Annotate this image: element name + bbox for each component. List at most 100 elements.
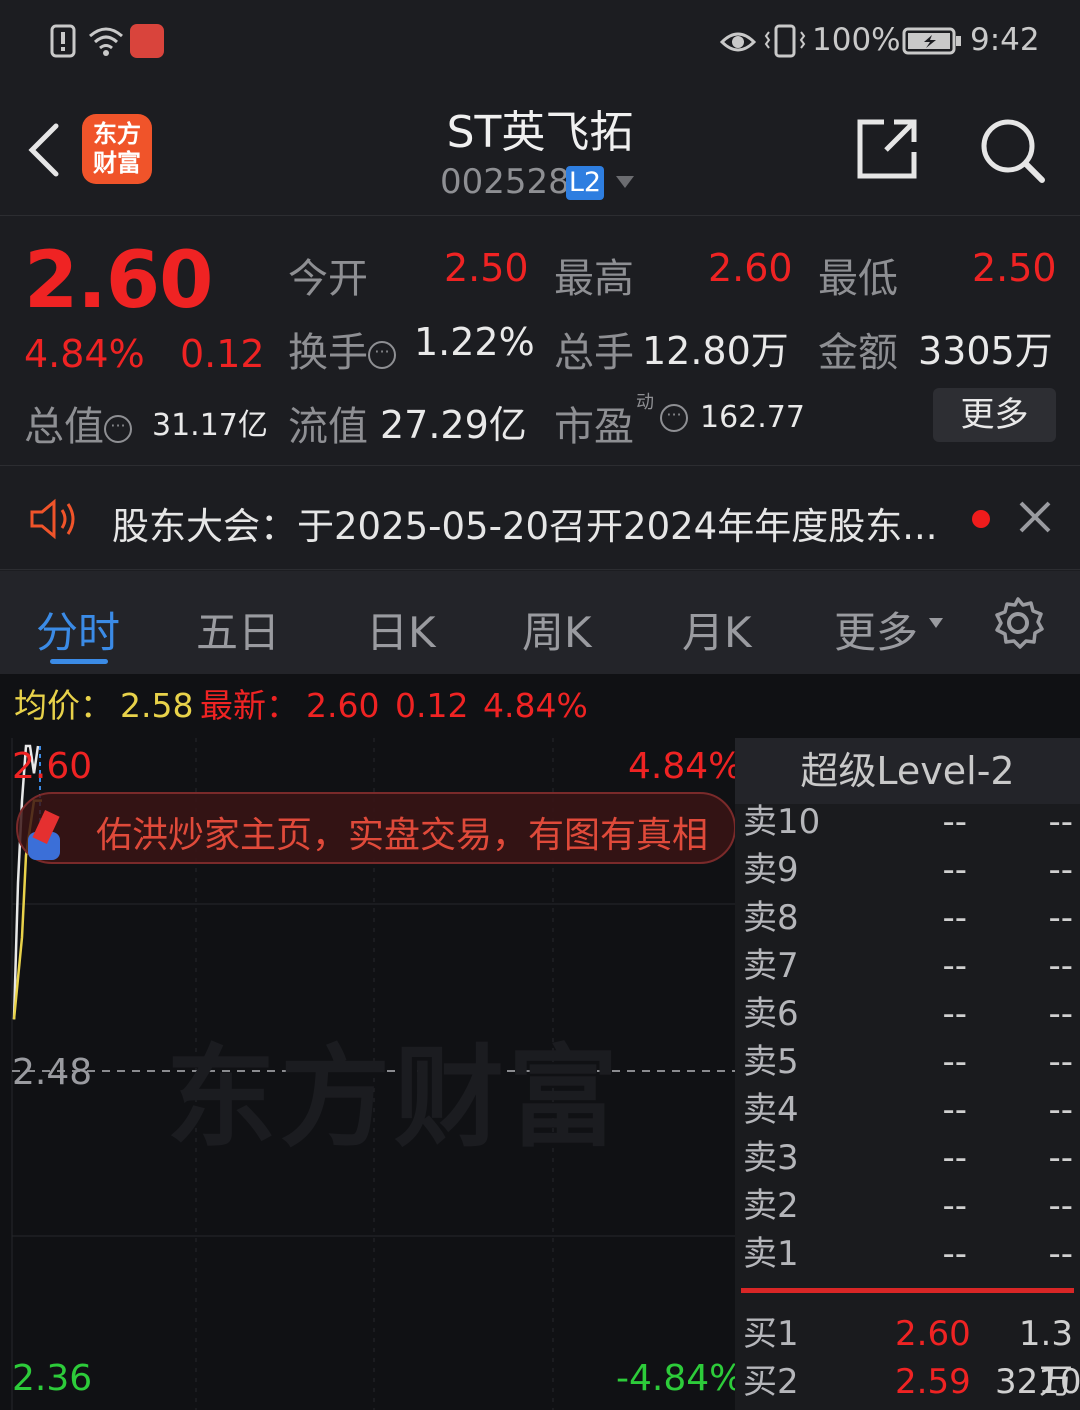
firecracker-icon xyxy=(26,810,62,862)
share-icon[interactable] xyxy=(856,118,918,180)
change-pct: 4.84% xyxy=(24,332,145,376)
stock-name: ST英飞拓 xyxy=(446,107,634,158)
ask-volume: -- xyxy=(1048,1090,1073,1130)
wifi-icon xyxy=(89,27,123,56)
latest-label: 最新： xyxy=(200,686,299,725)
logo-text-line2: 财富 xyxy=(93,149,141,177)
tab-daily-k[interactable]: 日K xyxy=(366,599,436,660)
amount-value: 3305万 xyxy=(918,329,1053,373)
app-logo[interactable]: 东方 财富 xyxy=(82,114,152,184)
ask-row: 卖2 -- -- xyxy=(735,1182,1080,1230)
alert-sim-icon xyxy=(50,24,76,58)
ask-volume: -- xyxy=(1048,898,1073,938)
ask-row: 卖8 -- -- xyxy=(735,894,1080,942)
dropdown-triangle-icon[interactable] xyxy=(614,174,636,190)
chevron-left-icon[interactable] xyxy=(24,120,64,180)
watermark: 东方财富 xyxy=(166,1034,622,1162)
clock: 9:42 xyxy=(970,22,1040,58)
float-label: 流值 xyxy=(288,404,368,450)
info-circle-icon[interactable]: ··· xyxy=(104,415,132,443)
huawei-app-icon xyxy=(130,24,164,58)
turnover-label: 换手 ··· xyxy=(288,320,396,378)
ask-level-label: 卖2 xyxy=(743,1186,799,1226)
active-tab-indicator xyxy=(50,659,108,664)
ask-volume: -- xyxy=(1048,1186,1073,1226)
ask-price: -- xyxy=(942,898,967,938)
ask-level-label: 卖6 xyxy=(743,994,799,1034)
ask-volume: -- xyxy=(1048,994,1073,1034)
y-top-label: 2.60 xyxy=(12,746,93,787)
y-bottom-label: 2.36 xyxy=(12,1358,93,1399)
ask-volume: -- xyxy=(1048,1138,1073,1178)
tab-intraday[interactable]: 分时 xyxy=(36,599,120,660)
speaker-icon xyxy=(30,498,75,540)
turnover-label-text: 换手 xyxy=(288,330,368,376)
ask-level-label: 卖4 xyxy=(743,1090,799,1130)
level-badge[interactable]: L2 xyxy=(566,166,604,200)
tab-weekly-k[interactable]: 周K xyxy=(522,599,592,660)
pct-top-label: 4.84% xyxy=(628,746,743,787)
bid-price: 2.60 xyxy=(895,1314,971,1354)
turnover-value: 1.22% xyxy=(414,320,535,364)
low-label: 最低 xyxy=(818,256,898,302)
bid-row: 买2 2.59 3210 xyxy=(735,1358,1080,1406)
ask-price: -- xyxy=(942,1234,967,1274)
volume-value: 12.80万 xyxy=(642,329,789,373)
ask-level-label: 卖8 xyxy=(743,898,799,938)
notice-bar[interactable]: 股东大会：于2025-05-20召开2024年年度股东... xyxy=(0,466,1080,570)
ask-price: -- xyxy=(942,1138,967,1178)
change-amount: 0.12 xyxy=(180,332,265,376)
ask-row: 卖9 -- -- xyxy=(735,846,1080,894)
ad-banner-text: 佑洪炒家主页，实盘交易，有图有真相 xyxy=(96,815,709,856)
bid-level-label: 买2 xyxy=(743,1362,799,1402)
avg-value: 2.58 xyxy=(120,686,194,725)
ask-row: 卖1 -- -- xyxy=(735,1230,1080,1278)
avg-label: 均价： xyxy=(14,686,113,725)
ask-level-label: 卖7 xyxy=(743,946,799,986)
tab-monthly-k[interactable]: 月K xyxy=(682,599,752,660)
ask-volume: -- xyxy=(1048,1234,1073,1274)
ask-volume: -- xyxy=(1048,946,1073,986)
battery-percent: 100% xyxy=(812,22,901,58)
level2-title: 超级Level-2 xyxy=(735,738,1080,804)
info-circle-icon[interactable]: ··· xyxy=(660,404,688,432)
high-value: 2.60 xyxy=(708,246,793,290)
ask-row: 卖5 -- -- xyxy=(735,1038,1080,1086)
pe-value: 162.77 xyxy=(700,400,805,435)
tab-five-day[interactable]: 五日 xyxy=(196,599,280,660)
ask-row: 卖6 -- -- xyxy=(735,990,1080,1038)
dropdown-triangle-icon xyxy=(929,618,943,628)
pe-label: 市盈 xyxy=(554,404,634,450)
ask-price: -- xyxy=(942,1090,967,1130)
search-icon[interactable] xyxy=(978,116,1046,184)
bid-volume: 3210 xyxy=(995,1362,1080,1402)
close-icon[interactable] xyxy=(1018,500,1052,534)
pct-bottom-label: -4.84% xyxy=(616,1358,744,1399)
ask-volume: -- xyxy=(1048,850,1073,890)
latest-value: 2.60 xyxy=(306,686,380,725)
gear-icon[interactable] xyxy=(990,595,1046,651)
volume-label: 总手 xyxy=(554,330,634,376)
ask-row: 卖4 -- -- xyxy=(735,1086,1080,1134)
unread-dot xyxy=(972,510,990,528)
float-value: 27.29亿 xyxy=(380,403,527,447)
vibrate-icon xyxy=(764,24,806,58)
bid-row: 买1 2.60 1.3万 xyxy=(735,1310,1080,1402)
current-price: 2.60 xyxy=(24,236,213,326)
logo-text-line1: 东方 xyxy=(93,120,141,148)
latest-change: 0.12 xyxy=(395,686,469,725)
ask-level-label: 卖3 xyxy=(743,1138,799,1178)
more-button[interactable]: 更多 xyxy=(933,388,1056,442)
price-info-bar: 均价： 2.58 最新： 2.60 0.12 4.84% xyxy=(0,674,1080,738)
battery-charging-icon xyxy=(902,27,961,55)
ad-banner[interactable]: 佑洪炒家主页，实盘交易，有图有真相 xyxy=(16,792,736,864)
ask-row: 卖3 -- -- xyxy=(735,1134,1080,1182)
tab-more[interactable]: 更多 xyxy=(834,599,918,660)
mktcap-label: 总值 ··· xyxy=(24,394,132,452)
chart-tabs: 分时 五日 日K 周K 月K 更多 xyxy=(0,571,1080,674)
info-circle-icon[interactable]: ··· xyxy=(368,341,396,369)
quote-panel: 2.60 4.84% 0.12 今开 2.50 最高 2.60 最低 2.50 … xyxy=(0,216,1080,466)
intraday-chart[interactable]: 东方财富 2.60 4.84% 2.48 2.36 -4.84% 佑洪炒家主页，… xyxy=(0,738,743,1410)
latest-change-pct: 4.84% xyxy=(483,686,588,725)
spread-divider xyxy=(741,1288,1074,1293)
